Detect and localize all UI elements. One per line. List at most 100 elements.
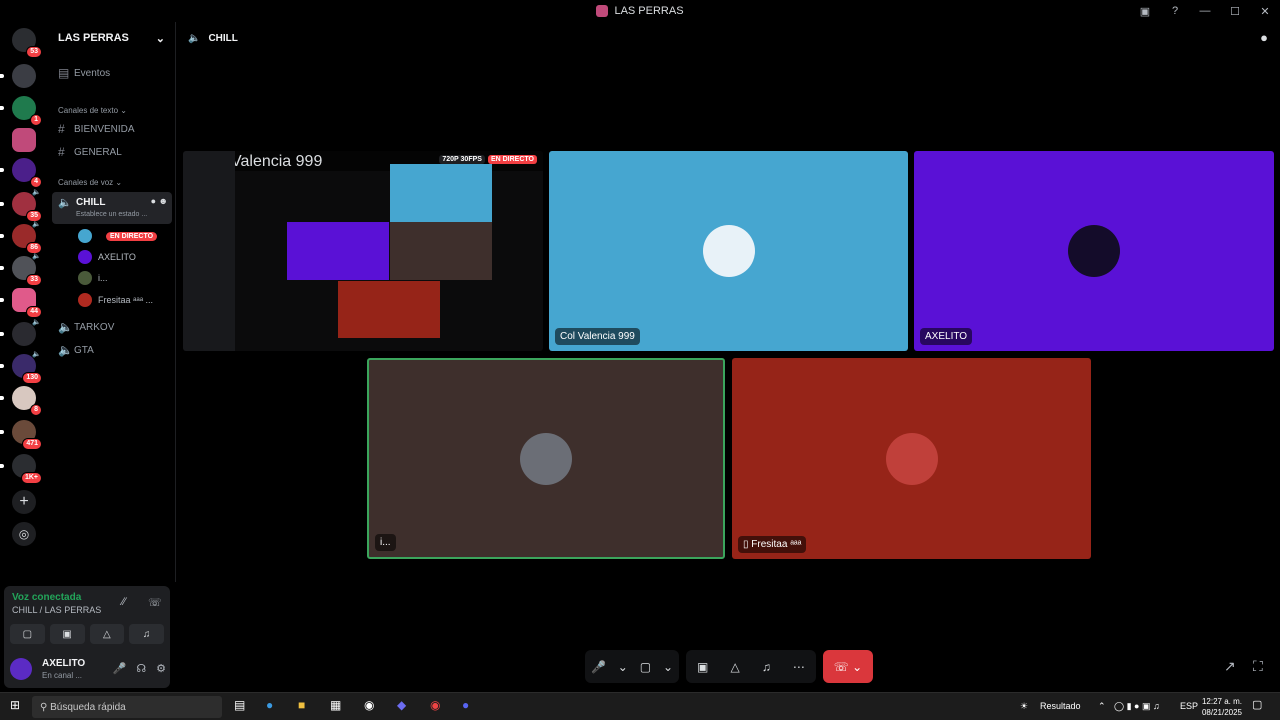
server-icon-las-perras[interactable]	[12, 128, 36, 152]
microphone-icon[interactable]: 🎤	[591, 660, 606, 674]
participant-tile-speaking[interactable]: i...	[367, 358, 725, 559]
taskbar-clock[interactable]: 12:27 a. m. 08/21/2025	[1202, 696, 1242, 718]
quality-badge: 720P 30FPS	[439, 155, 485, 164]
category-text-channels[interactable]: Canales de texto ⌄	[58, 106, 127, 115]
participant-tile[interactable]: AXELITO	[914, 151, 1274, 351]
close-button[interactable]: ✕	[1250, 5, 1280, 18]
unread-indicator	[0, 430, 4, 434]
activities-icon[interactable]: △	[730, 660, 739, 674]
add-server-icon[interactable]: +	[12, 490, 36, 514]
server-icon[interactable]: 44	[0, 288, 42, 318]
direct-messages-icon[interactable]: 53	[12, 28, 42, 58]
chevron-down-icon[interactable]: ⌄	[618, 660, 628, 674]
events-item[interactable]: ▤ Eventos	[54, 66, 170, 80]
voice-status[interactable]: Voz conectada	[12, 592, 81, 603]
discord-icon[interactable]: ●	[462, 698, 469, 712]
voice-channel-gta[interactable]: 🔈 GTA	[54, 343, 170, 357]
server-icon[interactable]	[0, 64, 36, 88]
headphones-icon[interactable]: ☊	[136, 662, 146, 675]
file-explorer-icon[interactable]: ■	[298, 698, 305, 712]
participant-tile[interactable]: Col Valencia 999	[549, 151, 908, 351]
app-icon[interactable]: ◆	[397, 698, 406, 712]
task-view-icon[interactable]: ▤	[234, 698, 245, 712]
noise-suppression-icon[interactable]: ∕∕	[122, 596, 126, 608]
camera-off-icon[interactable]: ▢	[640, 660, 651, 674]
camera-off-button[interactable]: ▢	[10, 624, 45, 644]
unread-indicator	[0, 202, 4, 206]
minimize-button[interactable]: —	[1190, 5, 1220, 17]
voice-channel-tarkov[interactable]: 🔈 TARKOV	[54, 320, 170, 334]
taskbar-search[interactable]: ⚲ Búsqueda rápida	[32, 696, 222, 718]
voice-user[interactable]: EN DIRECTO	[78, 228, 158, 244]
voice-user[interactable]: i...	[78, 270, 108, 286]
voice-location[interactable]: CHILL / LAS PERRAS	[12, 605, 101, 615]
chat-and-invite-icons[interactable]: ● ☻	[151, 196, 168, 206]
user-status: En canal ...	[42, 671, 83, 680]
notification-badge: 33	[26, 274, 42, 286]
speaker-icon: 🔈	[58, 197, 72, 209]
microphone-icon[interactable]: 🎤	[113, 662, 127, 675]
user-name[interactable]: AXELITO	[42, 658, 85, 669]
server-icon[interactable]: 8	[0, 386, 42, 416]
fullscreen-icon[interactable]: ⛶	[1253, 658, 1263, 675]
server-icon[interactable]: 🔈 86	[0, 221, 42, 254]
language-indicator[interactable]: ESP	[1180, 701, 1198, 711]
guild-header[interactable]: LAS PERRAS ⌄	[48, 22, 175, 54]
participant-tile[interactable]: ▯ Fresitaa ᵃᵃᵃ	[732, 358, 1091, 559]
explore-icon[interactable]: ◎	[12, 522, 36, 546]
avatar[interactable]	[10, 658, 32, 680]
help-icon[interactable]: ?	[1160, 5, 1190, 17]
clock-time: 12:27 a. m.	[1201, 697, 1242, 706]
stream-preview-tile	[390, 222, 492, 280]
server-icon[interactable]: 🔈 35	[0, 189, 42, 222]
voice-channel-chill[interactable]: 🔈 CHILL Establece un estado ... ● ☻	[52, 192, 172, 224]
soundboard-icon[interactable]: ♫	[762, 660, 771, 674]
unread-indicator	[0, 464, 4, 468]
channel-general[interactable]: # GENERAL	[54, 145, 170, 159]
inbox-icon[interactable]: ▣	[1130, 5, 1160, 18]
server-icon[interactable]: 4	[0, 158, 42, 188]
participant-name: Col Valencia 999	[555, 328, 640, 345]
channel-label: GENERAL	[74, 146, 122, 158]
popout-icon[interactable]: ↗	[1224, 658, 1236, 675]
server-icon[interactable]: 🔈	[0, 319, 41, 346]
disconnect-button[interactable]: ☏ ⌄	[823, 650, 873, 683]
server-icon[interactable]: 471	[0, 420, 42, 450]
soundboard-button[interactable]: ♫	[129, 624, 164, 644]
edge-icon[interactable]: ●	[266, 698, 273, 712]
voice-user[interactable]: AXELITO	[78, 249, 136, 265]
share-screen-button[interactable]: ▣	[49, 624, 85, 644]
share-screen-icon[interactable]: ▣	[697, 660, 708, 674]
stream-tile[interactable]: 720P 30FPS EN DIRECTO ▣ Col Valencia 999	[183, 151, 543, 351]
speaker-icon: 🔈	[32, 319, 41, 326]
chevron-up-icon[interactable]: ⌃	[1098, 701, 1106, 712]
unread-indicator	[0, 364, 4, 368]
gear-icon[interactable]: ⚙	[156, 662, 166, 675]
weather-label[interactable]: Resultado	[1040, 701, 1081, 711]
activities-button[interactable]: △	[89, 624, 125, 644]
server-icon[interactable]: 🔈 130	[0, 351, 42, 384]
voice-user[interactable]: Fresitaa ᵃᵃᵃ ...	[78, 292, 153, 308]
server-icon[interactable]: 1	[0, 96, 42, 126]
tray-icons[interactable]: ◯ ▮ ● ▣ ♫	[1114, 701, 1160, 712]
weather-icon[interactable]: ☀	[1020, 701, 1028, 712]
channel-bienvenida[interactable]: # BIENVENIDA	[54, 122, 170, 136]
more-icon[interactable]: ⋯	[793, 660, 805, 674]
notifications-icon[interactable]: ▢	[1252, 698, 1262, 711]
server-icon[interactable]: 🔈 33	[0, 253, 42, 286]
category-voice-channels[interactable]: Canales de voz ⌄	[58, 178, 122, 187]
chevron-down-icon: ⌄	[155, 32, 165, 45]
chat-icon[interactable]: ●	[1260, 30, 1268, 45]
user-panel: AXELITO En canal ... 🎤 ☊ ⚙	[10, 656, 166, 684]
windows-start-icon[interactable]: ⊞	[10, 698, 20, 712]
disconnect-icon[interactable]: ☏	[148, 596, 162, 609]
voice-user-name: Fresitaa ᵃᵃᵃ ...	[98, 295, 154, 305]
chrome-icon[interactable]: ◉	[430, 698, 440, 712]
store-icon[interactable]: ▦	[330, 698, 341, 712]
app-icon[interactable]: ◉	[364, 698, 374, 712]
chevron-down-icon[interactable]: ⌄	[663, 660, 673, 674]
server-icon[interactable]: 1K+	[0, 454, 42, 484]
mobile-icon: ▯	[743, 539, 749, 550]
maximize-button[interactable]: ☐	[1220, 5, 1250, 18]
unread-indicator	[0, 298, 4, 302]
